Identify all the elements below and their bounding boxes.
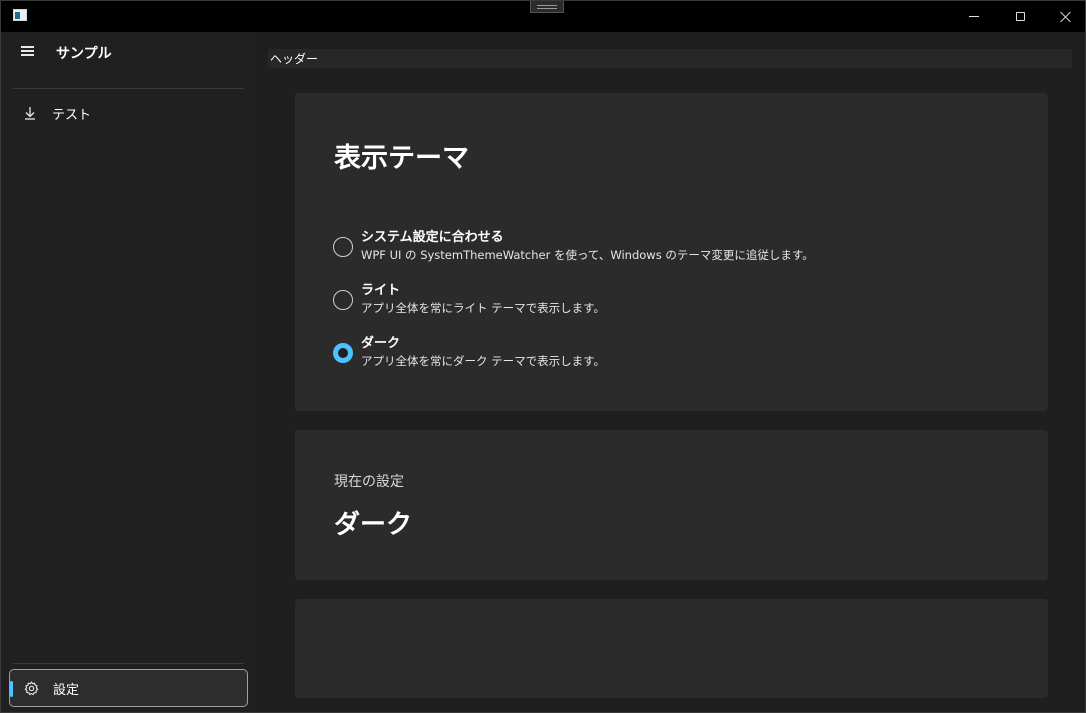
radio-button-dark[interactable]: [333, 343, 353, 363]
drag-handle[interactable]: [530, 1, 564, 13]
radio-option-description: アプリ全体を常にダーク テーマで表示します。: [361, 354, 606, 368]
sidebar: サンプル テスト 設定: [1, 32, 256, 712]
current-setting-label: 現在の設定: [334, 474, 404, 490]
radio-option-light[interactable]: ライト アプリ全体を常にライト テーマで表示します。: [333, 279, 933, 323]
radio-option-system[interactable]: システム設定に合わせる WPF UI の SystemThemeWatcher …: [333, 226, 933, 270]
close-icon: [1060, 11, 1072, 23]
gear-icon: [23, 680, 39, 696]
sidebar-item-test[interactable]: テスト: [9, 94, 248, 132]
current-setting-value: ダーク: [334, 510, 413, 540]
hamburger-icon[interactable]: [19, 44, 37, 58]
radio-option-description: アプリ全体を常にライト テーマで表示します。: [361, 301, 606, 315]
sidebar-item-settings[interactable]: 設定: [9, 669, 248, 707]
radio-option-description: WPF UI の SystemThemeWatcher を使って、Windows…: [361, 248, 814, 262]
theme-card: 表示テーマ システム設定に合わせる WPF UI の SystemThemeWa…: [295, 93, 1048, 411]
download-arrow-icon: [22, 105, 38, 121]
header-bar: ヘッダー: [268, 49, 1072, 68]
theme-card-title: 表示テーマ: [334, 143, 469, 174]
sidebar-divider: [13, 88, 244, 89]
minimize-icon: [969, 16, 979, 17]
main-content: ヘッダー 表示テーマ システム設定に合わせる WPF UI の SystemTh…: [256, 32, 1085, 712]
minimize-button[interactable]: [951, 1, 997, 32]
sidebar-footer-divider: [13, 663, 244, 664]
page-header: ヘッダー: [270, 52, 319, 66]
app-title: サンプル: [56, 46, 112, 62]
title-bar[interactable]: [1, 1, 1085, 32]
sidebar-item-label: テスト: [52, 107, 92, 123]
app-window-icon: [13, 9, 27, 21]
radio-option-title: ライト: [361, 283, 401, 298]
empty-card: [295, 599, 1048, 698]
app-window: サンプル テスト 設定 ヘッダー 表示テーマ システム設定に合わせる WPF U…: [0, 0, 1086, 713]
radio-option-dark[interactable]: ダーク アプリ全体を常にダーク テーマで表示します。: [333, 332, 933, 376]
radio-option-title: ダーク: [361, 336, 401, 351]
selection-indicator: [10, 681, 13, 697]
current-setting-card: 現在の設定 ダーク: [295, 430, 1048, 580]
maximize-icon: [1015, 12, 1025, 21]
close-button[interactable]: [1043, 1, 1085, 32]
radio-option-title: システム設定に合わせる: [361, 230, 504, 245]
radio-button-system[interactable]: [333, 237, 353, 257]
radio-button-light[interactable]: [333, 290, 353, 310]
sidebar-item-label: 設定: [53, 682, 80, 698]
maximize-button[interactable]: [997, 1, 1043, 32]
